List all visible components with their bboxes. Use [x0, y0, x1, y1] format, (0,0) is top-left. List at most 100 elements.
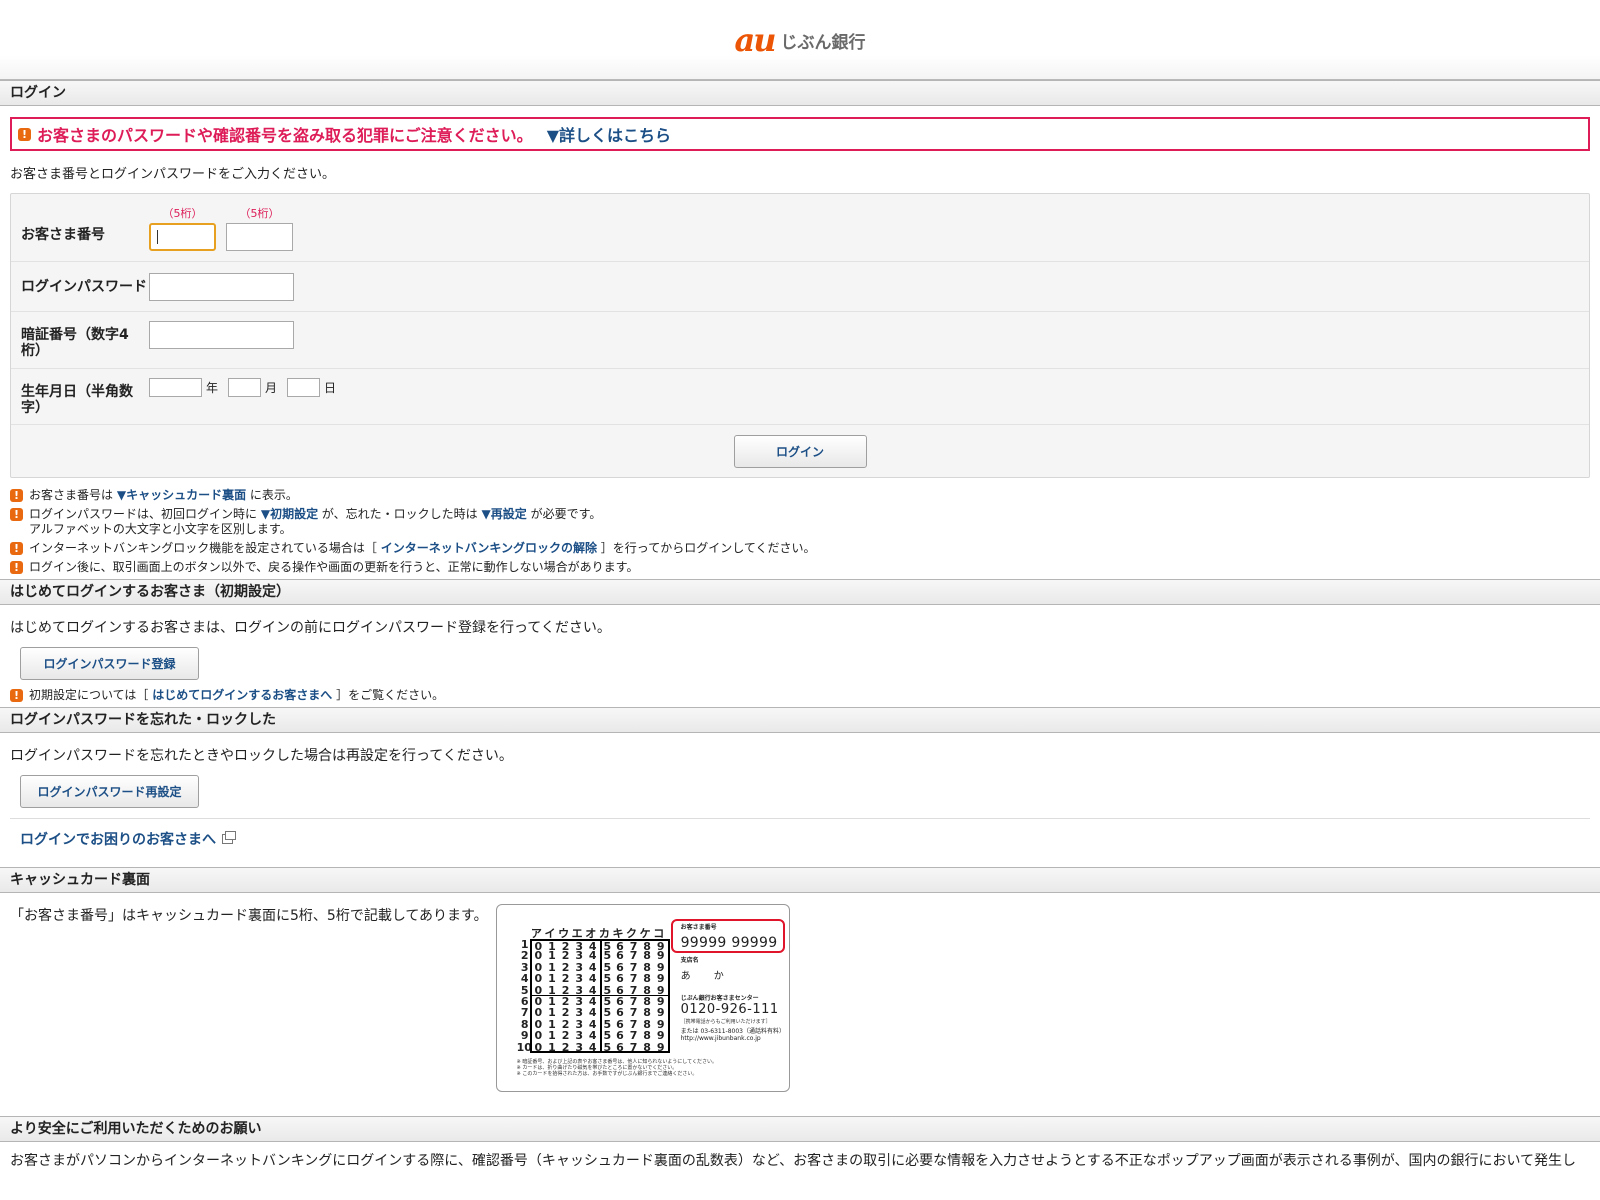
warning-icon: ! [10, 489, 23, 502]
card-footnote: ※ このカードを拾得された方は、お手数ですがじぶん銀行までご連絡ください。 [516, 1071, 698, 1077]
login-password-input[interactable] [149, 272, 294, 301]
grid-cells: 0123456789 [529, 1029, 670, 1043]
bank-url: http://www.jibunbank.co.jp [680, 1035, 761, 1042]
grid-cell: 2 [561, 983, 570, 997]
note-back-button: ! ログイン後に、取引画面上のボタン以外で、戻る操作や画面の更新を行うと、正常に… [10, 560, 1590, 575]
login-form: お客さま番号 （5桁） （5桁） ログインパスワード 暗証番号（数字4桁） 生年… [10, 193, 1590, 478]
login-notes: ! お客さま番号は ▼キャッシュカード裏面 に表示。 ! ログインパスワードは、… [10, 488, 1590, 575]
note-case-sensitive: アルファベットの大文字と小文字を区別します。 [29, 522, 292, 536]
grid-row-number: 9 [520, 1029, 529, 1043]
birth-year-input[interactable] [149, 378, 202, 397]
grid-cell: 0 [534, 972, 543, 986]
ib-lock-release-link[interactable]: インターネットバンキングロックの解除 [381, 541, 597, 555]
safety-section-title: より安全にご利用いただくためのお願い [0, 1116, 1600, 1142]
year-unit: 年 [206, 381, 219, 395]
grid-row: 10 0 1 2 3 4 5 6 7 8 9 [516, 1040, 670, 1054]
cash-card-back-link[interactable]: ▼キャッシュカード裏面 [117, 488, 246, 502]
grid-cell: 2 [561, 972, 570, 986]
customer-number-box: お客さま番号 99999 99999 [670, 919, 785, 953]
submit-row: ログイン [11, 425, 1589, 477]
grid-cell: 0 [534, 983, 543, 997]
support-center-tel: 0120-926-111 [680, 1002, 779, 1017]
grid-cell: 7 [629, 1040, 638, 1054]
grid-cell: 7 [629, 1029, 638, 1043]
note-password: ! ログインパスワードは、初回ログイン時に ▼初期設定 が、忘れた・ロックした時… [10, 507, 1590, 537]
note-customer-number: ! お客さま番号は ▼キャッシュカード裏面 に表示。 [10, 488, 1590, 503]
card-footnotes: ※ 暗証番号、および上記の表やお客さま番号は、他人に知られないようにしてください… [517, 1059, 717, 1077]
warning-icon: ! [10, 561, 23, 574]
grid-cell: 1 [548, 972, 556, 986]
reset-link[interactable]: ▼再設定 [482, 507, 527, 521]
login-section-title: ログイン [0, 80, 1600, 106]
grid-cell: 9 [656, 983, 665, 997]
pin-row: 暗証番号（数字4桁） [11, 312, 1589, 369]
alert-text: お客さまのパスワードや確認番号を盗み取る犯罪にご注意ください。 [37, 126, 533, 145]
first-login-guide-link[interactable]: はじめてログインするお客さまへ [152, 688, 332, 702]
first-login-section-title: はじめてログインするお客さま（初期設定） [0, 579, 1600, 605]
note-first-login: ! 初期設定については［ はじめてログインするお客さまへ ］をご覧ください。 [10, 688, 1590, 703]
grid-cell: 4 [588, 972, 597, 986]
grid-cell: 5 [599, 1041, 614, 1053]
grid-cell: 6 [616, 972, 624, 986]
birth-day-input[interactable] [287, 378, 321, 397]
grid-row-number: 10 [516, 1040, 532, 1054]
grid-cell: 5 [599, 1030, 614, 1042]
customer-number-input-1[interactable] [149, 223, 216, 251]
grid-cell: 4 [588, 983, 597, 997]
alert-details-link[interactable]: ▼詳しくはこちら [547, 122, 671, 146]
grid-cell: 8 [643, 972, 651, 986]
safety-text: お客さまがパソコンからインターネットバンキングにログインする際に、確認番号（キャ… [10, 1153, 1577, 1169]
note-text: お客さま番号は [29, 488, 114, 502]
grid-cell: 9 [656, 1040, 665, 1054]
grid-cell: 6 [616, 1040, 624, 1054]
note-text: ログイン後に、取引画面上のボタン以外で、戻る操作や画面の更新を行うと、正常に動作… [29, 560, 639, 574]
external-window-icon [222, 831, 236, 844]
note-text: ］をご覧ください。 [336, 688, 445, 702]
grid-cell: 5 [599, 973, 614, 985]
note-text: インターネットバンキングロック機能を設定されている場合は［ [29, 541, 377, 555]
note-ib-lock: ! インターネットバンキングロック機能を設定されている場合は［ インターネットバ… [10, 541, 1590, 556]
warning-icon: ! [10, 689, 23, 702]
random-number-grid: 1012345678920123456789301234567894012345… [517, 939, 670, 1053]
logo-mark: au [734, 20, 777, 59]
register-password-button[interactable]: ログインパスワード登録 [20, 647, 199, 680]
grid-cell: 0 [534, 1040, 543, 1054]
grid-cell: 8 [643, 983, 651, 997]
grid-cells: 0123456789 [529, 1040, 670, 1054]
warning-icon: ! [18, 127, 31, 141]
pin-input[interactable] [149, 321, 294, 349]
grid-cell: 7 [629, 983, 638, 997]
cash-card-description: 「お客さま番号」はキャッシュカード裏面に5桁、5桁で記載してあります。 [10, 908, 488, 924]
reset-password-button[interactable]: ログインパスワード再設定 [20, 775, 199, 808]
grid-cell: 9 [656, 972, 665, 986]
grid-row: 40123456789 [517, 972, 670, 986]
grid-row: 90123456789 [517, 1029, 670, 1043]
grid-cell: 1 [548, 983, 556, 997]
grid-cell: 3 [575, 1029, 583, 1043]
grid-cell: 1 [548, 1029, 556, 1043]
branch-name: あ か [680, 971, 724, 982]
digit-hint-2: （5桁） [239, 207, 280, 220]
login-intro: お客さま番号とログインパスワードをご入力ください。 [10, 167, 336, 182]
bank-logo[interactable]: au じぶん銀行 [735, 24, 866, 56]
warning-icon: ! [10, 542, 23, 555]
support-center-note: ［携帯電話からもご利用いただけます］ [680, 1019, 771, 1025]
grid-cell: 3 [575, 983, 583, 997]
forgot-section-title: ログインパスワードを忘れた・ロックした [0, 707, 1600, 733]
grid-cell: 9 [656, 1029, 665, 1043]
login-help-link[interactable]: ログインでお困りのお客さまへ [20, 829, 216, 849]
login-password-label: ログインパスワード [21, 278, 147, 295]
customer-number-input-2[interactable] [226, 223, 293, 251]
note-text: ］を行ってからログインしてください。 [600, 541, 816, 555]
birthdate-label: 生年月日（半角数字） [21, 384, 133, 416]
site-header: au じぶん銀行 [0, 0, 1600, 80]
birth-month-input[interactable] [228, 378, 262, 397]
login-button[interactable]: ログイン [733, 434, 867, 468]
grid-cell: 4 [588, 1040, 597, 1054]
grid-cell: 8 [643, 1040, 651, 1054]
day-unit: 日 [324, 381, 337, 395]
note-text: が必要です。 [530, 507, 602, 521]
initial-setup-link[interactable]: ▼初期設定 [261, 507, 318, 521]
grid-cell: 7 [629, 972, 638, 986]
grid-cells: 0123456789 [529, 972, 670, 986]
